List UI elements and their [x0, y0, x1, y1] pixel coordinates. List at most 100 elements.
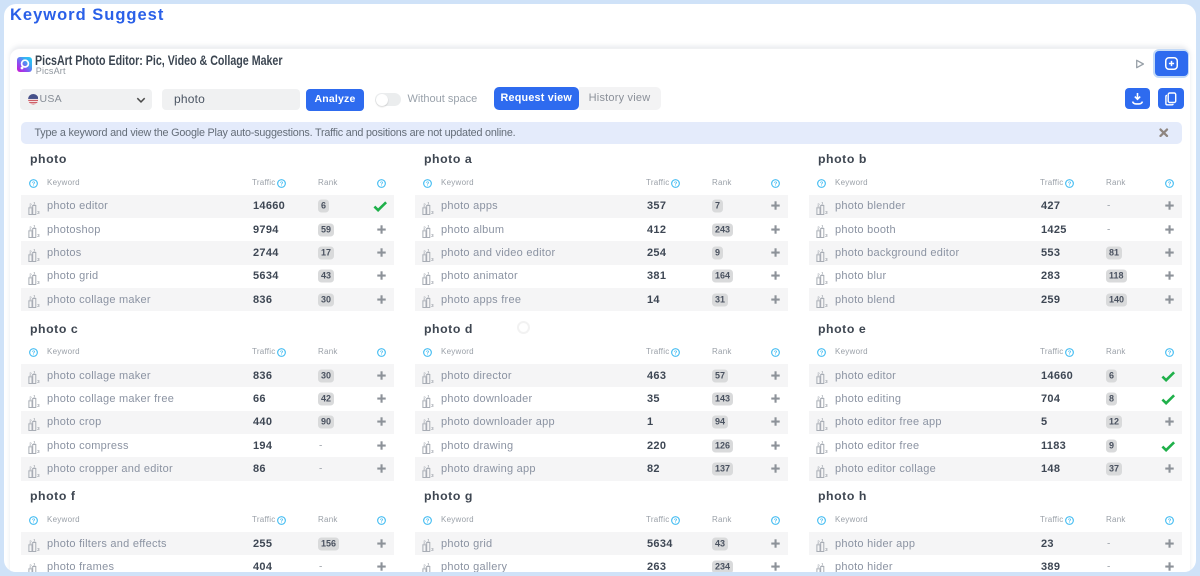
svg-text:?: ? — [32, 181, 36, 187]
svg-text:2: 2 — [423, 563, 426, 568]
svg-text:3: 3 — [37, 210, 40, 215]
svg-text:?: ? — [426, 351, 430, 357]
svg-text:1: 1 — [33, 272, 36, 275]
svg-text:2: 2 — [817, 202, 820, 207]
svg-text:2: 2 — [29, 272, 32, 277]
svg-text:?: ? — [280, 519, 284, 525]
svg-text:3: 3 — [37, 547, 40, 552]
svg-text:3: 3 — [431, 426, 434, 431]
svg-text:2: 2 — [29, 418, 32, 423]
svg-text:3: 3 — [825, 450, 828, 455]
svg-text:1: 1 — [821, 441, 824, 444]
svg-text:?: ? — [674, 351, 678, 357]
svg-text:1: 1 — [427, 272, 430, 275]
svg-text:1: 1 — [427, 441, 430, 444]
svg-text:2: 2 — [817, 395, 820, 400]
svg-text:3: 3 — [37, 403, 40, 408]
svg-text:1: 1 — [33, 202, 36, 205]
svg-text:2: 2 — [29, 540, 32, 545]
svg-text:2: 2 — [817, 465, 820, 470]
svg-text:1: 1 — [427, 395, 430, 398]
svg-text:1: 1 — [821, 418, 824, 421]
svg-text:?: ? — [1068, 519, 1072, 525]
svg-text:?: ? — [820, 351, 824, 357]
svg-text:1: 1 — [427, 465, 430, 468]
svg-text:?: ? — [426, 519, 430, 525]
svg-text:3: 3 — [431, 403, 434, 408]
svg-text:3: 3 — [37, 450, 40, 455]
svg-text:?: ? — [773, 181, 777, 187]
svg-text:1: 1 — [427, 563, 430, 566]
svg-text:?: ? — [820, 519, 824, 525]
svg-text:?: ? — [1068, 351, 1072, 357]
svg-text:3: 3 — [37, 233, 40, 238]
svg-text:2: 2 — [817, 418, 820, 423]
svg-text:1: 1 — [821, 202, 824, 205]
svg-text:2: 2 — [423, 249, 426, 254]
svg-text:?: ? — [280, 351, 284, 357]
svg-text:2: 2 — [423, 372, 426, 377]
svg-text:3: 3 — [431, 233, 434, 238]
svg-text:?: ? — [1167, 181, 1171, 187]
svg-text:2: 2 — [423, 418, 426, 423]
svg-text:2: 2 — [817, 249, 820, 254]
svg-text:?: ? — [674, 181, 678, 187]
svg-text:2: 2 — [29, 249, 32, 254]
svg-text:?: ? — [379, 181, 383, 187]
svg-text:3: 3 — [37, 379, 40, 384]
svg-text:2: 2 — [29, 202, 32, 207]
svg-text:1: 1 — [821, 249, 824, 252]
svg-text:2: 2 — [817, 272, 820, 277]
svg-text:1: 1 — [33, 418, 36, 421]
svg-text:2: 2 — [817, 226, 820, 231]
svg-text:3: 3 — [431, 210, 434, 215]
svg-text:?: ? — [379, 351, 383, 357]
svg-text:1: 1 — [427, 202, 430, 205]
svg-text:1: 1 — [821, 539, 824, 542]
svg-text:2: 2 — [29, 296, 32, 301]
svg-text:3: 3 — [825, 379, 828, 384]
svg-text:2: 2 — [423, 540, 426, 545]
svg-text:1: 1 — [33, 465, 36, 468]
svg-text:1: 1 — [427, 418, 430, 421]
svg-text:1: 1 — [33, 395, 36, 398]
svg-text:2: 2 — [817, 540, 820, 545]
svg-text:1: 1 — [821, 371, 824, 374]
svg-text:3: 3 — [825, 403, 828, 408]
svg-text:3: 3 — [37, 303, 40, 308]
svg-text:?: ? — [32, 351, 36, 357]
svg-text:3: 3 — [825, 257, 828, 262]
svg-text:?: ? — [379, 519, 383, 525]
svg-text:2: 2 — [817, 442, 820, 447]
svg-text:1: 1 — [33, 249, 36, 252]
svg-text:1: 1 — [821, 225, 824, 228]
svg-text:?: ? — [1167, 519, 1171, 525]
svg-text:?: ? — [820, 181, 824, 187]
svg-text:?: ? — [426, 181, 430, 187]
svg-text:3: 3 — [37, 257, 40, 262]
svg-text:3: 3 — [431, 571, 434, 572]
svg-text:2: 2 — [29, 226, 32, 231]
svg-text:3: 3 — [37, 280, 40, 285]
svg-text:3: 3 — [431, 379, 434, 384]
svg-text:3: 3 — [431, 280, 434, 285]
svg-text:?: ? — [773, 351, 777, 357]
svg-text:1: 1 — [821, 395, 824, 398]
svg-text:2: 2 — [817, 563, 820, 568]
svg-text:?: ? — [1167, 351, 1171, 357]
svg-text:2: 2 — [423, 465, 426, 470]
svg-text:1: 1 — [33, 539, 36, 542]
svg-text:2: 2 — [29, 563, 32, 568]
svg-text:1: 1 — [427, 295, 430, 298]
svg-text:1: 1 — [427, 539, 430, 542]
svg-text:2: 2 — [29, 442, 32, 447]
svg-text:2: 2 — [423, 202, 426, 207]
svg-text:?: ? — [1068, 181, 1072, 187]
svg-text:2: 2 — [29, 372, 32, 377]
svg-text:2: 2 — [423, 272, 426, 277]
svg-text:3: 3 — [825, 210, 828, 215]
svg-text:2: 2 — [817, 296, 820, 301]
svg-text:1: 1 — [821, 295, 824, 298]
svg-text:2: 2 — [29, 465, 32, 470]
svg-text:1: 1 — [33, 563, 36, 566]
